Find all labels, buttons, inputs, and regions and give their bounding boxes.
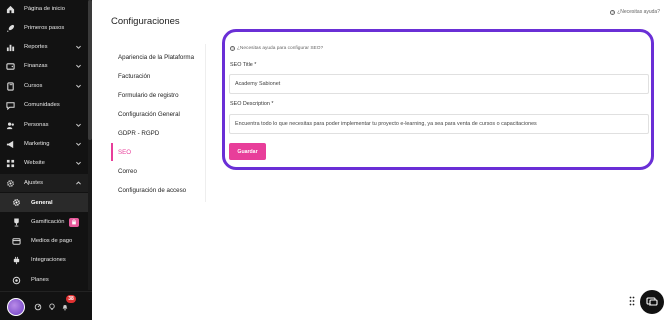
page-title: Configuraciones [111,16,180,27]
seo-title-input[interactable]: Academy Sabionet [229,74,649,94]
seo-description-label: SEO Description * [230,101,274,107]
help-circle-icon: ? [610,9,616,15]
sidebar-item-comunidades[interactable]: Comunidades [0,96,92,114]
settings-cog-icon [12,198,21,207]
lock-badge-icon [69,217,79,227]
rocket-icon [6,24,15,33]
plug-icon [12,256,21,265]
megaphone-icon [6,140,15,149]
sidebar-item-label: Página de inicio [24,6,65,12]
subnav-item-facturacion[interactable]: Facturación [111,67,206,85]
chat-support-button[interactable] [640,290,664,314]
sidebar-item-reportes[interactable]: Reportes [0,38,92,56]
sidebar-item-label: Medios de pago [31,238,73,244]
sidebar-scrollbar[interactable] [88,0,92,290]
chevron-down-icon [76,84,81,88]
subnav-item-seo[interactable]: SEO [111,143,206,161]
trophy-icon [12,217,21,227]
target-icon [12,276,21,285]
dashboard-icon[interactable] [34,303,42,311]
sidebar-item-general[interactable]: General [0,193,92,212]
sidebar-item-label: Gamificación [31,219,65,225]
chevron-down-icon [76,142,81,146]
chevron-down-icon [76,123,81,127]
seo-help-link[interactable]: ? ¿Necesitas ayuda para configurar SEO? [230,46,323,51]
seo-title-label: SEO Title * [230,62,257,68]
sidebar-item-website[interactable]: Website [0,154,92,172]
users-icon [6,121,15,130]
sidebar-item-label: Comunidades [24,102,60,108]
book-icon [6,81,15,91]
settings-subnav: Apariencia de la Plataforma Facturación … [111,44,206,202]
sidebar-item-primeros-pasos[interactable]: Primeros pasos [0,19,92,37]
seo-help-label: ¿Necesitas ayuda para configurar SEO? [237,46,324,51]
subnav-item-gdpr[interactable]: GDPR - RGPD [111,124,206,142]
subnav-item-formulario[interactable]: Formulario de registro [111,86,206,104]
wallet-icon [6,62,15,71]
chart-icon [6,43,15,52]
sidebar-item-marketing[interactable]: Marketing [0,135,92,153]
sidebar-item-personas[interactable]: Personas [0,116,92,134]
sidebar-item-label: Integraciones [31,257,66,263]
chevron-down-icon [76,45,81,49]
sidebar-item-label: Website [24,160,45,166]
chat-bubble-icon [646,297,658,306]
avatar[interactable] [7,298,25,316]
subnav-item-config-general[interactable]: Configuración General [111,105,206,123]
dots-grid-icon[interactable] [629,296,635,306]
scroll-thumb[interactable] [88,0,92,140]
sidebar-item-label: Planes [31,277,49,283]
subnav-item-correo[interactable]: Correo [111,162,206,180]
save-button[interactable]: Guardar [229,143,266,160]
sidebar-item-label: Finanzas [24,63,48,69]
sidebar-item-integraciones[interactable]: Integraciones [0,251,92,269]
seo-description-input[interactable]: Encuentra todo lo que necesitas para pod… [229,114,649,134]
subnav-item-apariencia[interactable]: Apariencia de la Plataforma [111,48,206,66]
sidebar-item-cursos[interactable]: Cursos [0,77,92,95]
sidebar-item-ajustes[interactable]: Ajustes [0,174,92,192]
help-link[interactable]: ? ¿Necesitas ayuda? [610,9,660,15]
sidebar-item-label: Personas [24,122,49,128]
bell-icon[interactable] [61,303,69,311]
help-circle-icon: ? [230,46,235,51]
chat-icon [6,101,15,110]
gear-icon [6,179,15,188]
sidebar-item-label: Cursos [24,83,43,89]
chevron-down-icon [76,161,81,165]
subnav-item-acceso[interactable]: Configuración de acceso [111,181,206,199]
grid-icon [6,159,15,168]
notification-badge: 38 [66,295,76,303]
sidebar-item-label: General [31,199,53,206]
sidebar-item-label: Ajustes [24,180,44,186]
sidebar-item-planes[interactable]: Planes [0,271,92,289]
chevron-down-icon [76,64,81,68]
sidebar-item-gamificacion[interactable]: Gamificación [0,213,92,231]
sidebar-item-medios-de-pago[interactable]: Medios de pago [0,232,92,250]
sidebar-item-finanzas[interactable]: Finanzas [0,57,92,75]
sidebar-item-label: Primeros pasos [24,25,65,31]
chevron-up-icon [76,180,81,185]
sidebar-footer: 38 [0,291,92,320]
sidebar-item-label: Reportes [24,44,48,50]
home-icon [6,5,15,14]
lightbulb-icon[interactable] [48,303,56,311]
help-link-label: ¿Necesitas ayuda? [617,9,660,15]
sidebar-item-label: Marketing [24,141,50,147]
card-icon [12,237,21,246]
sidebar: Página de inicio Primeros pasos Reportes… [0,0,92,320]
sidebar-item-inicio[interactable]: Página de inicio [0,0,92,18]
